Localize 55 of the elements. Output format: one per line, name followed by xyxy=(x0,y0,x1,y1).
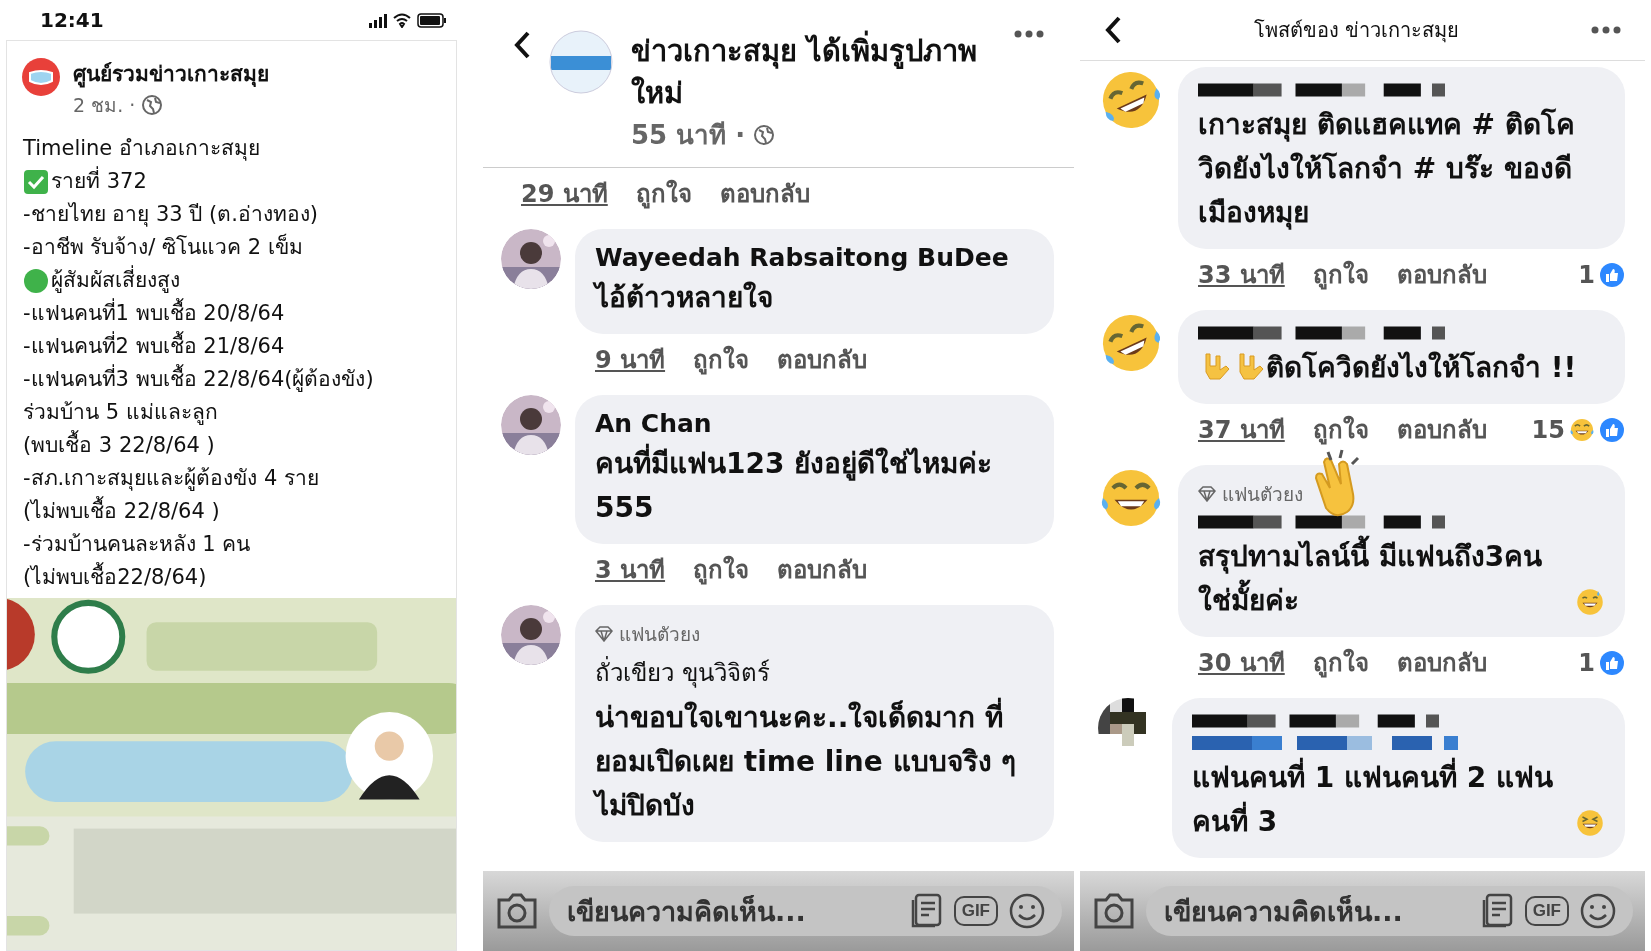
comment-input[interactable]: เขียนความคิดเห็น... GIF xyxy=(1146,886,1633,936)
post-line: -แฟนคนที่3 พบเชื้อ 22/8/64(ผู้ต้องขัง) xyxy=(23,363,374,396)
reply-link[interactable]: ตอบกลับ xyxy=(1396,410,1487,449)
comment-time[interactable]: 3 นาที xyxy=(595,550,666,589)
post-time: 55 นาที · xyxy=(631,119,746,152)
commenter-name[interactable]: ถั่วเขียว ขุนวิจิตร์ xyxy=(595,653,1034,692)
gif-button[interactable]: GIF xyxy=(1524,896,1569,926)
post-line: รายที่ 372 xyxy=(51,165,147,198)
reaction-count: 15 xyxy=(1531,415,1565,444)
like-link[interactable]: ถูกใจ xyxy=(693,550,750,589)
commenter-name[interactable]: Wayeedah Rabsaitong BuDee xyxy=(595,243,1034,272)
post-line: -ร่วมบ้านคนละหลัง 1 คน xyxy=(23,531,251,558)
comment-text: แฟนคนที่ 1 แฟนคนที่ 2 แฟนคนที่ 3 xyxy=(1192,756,1575,844)
comment-time[interactable]: 29 นาที xyxy=(521,174,608,213)
post-line: (ไม่พบเชื้อ22/8/64) xyxy=(23,561,207,594)
commenter-name[interactable]: An Chan xyxy=(595,409,1034,438)
post-line: (ไม่พบเชื้อ 22/8/64 ) xyxy=(23,495,220,528)
post-title: ข่าวเกาะสมุย ได้เพิ่มรูปภาพใหม่ xyxy=(631,30,996,114)
reply-link[interactable]: ตอบกลับ xyxy=(719,174,810,213)
comment-text: สรุปทามไลน์นี้ มีแฟนถึง3คนใช่มั้ยค่ะ xyxy=(1198,535,1575,623)
comment-text: คนที่มีแฟน123 ยังอยู่ดีใช่ไหมค่ะ 555 xyxy=(595,442,1034,530)
fan-label: แฟนตัวยง xyxy=(619,622,700,647)
like-link[interactable]: ถูกใจ xyxy=(1312,255,1369,294)
reply-link[interactable]: ตอบกลับ xyxy=(777,550,868,589)
reply-link[interactable]: ตอบกลับ xyxy=(1396,255,1487,294)
like-link[interactable]: ถูกใจ xyxy=(1312,643,1369,682)
comment-text: เกาะสมุย ติดแฮคแทค # ติดโควิดยังไงให้โลกจำ # บร๊ะ ของดีเมืองหมุย xyxy=(1198,107,1576,232)
page-title: โพสต์ของ ข่าวเกาะสมุย xyxy=(1253,17,1460,45)
post-line: ผู้สัมผัสเสี่ยงสูง xyxy=(51,264,180,297)
post-line: Timeline อำเภอเกาะสมุย xyxy=(23,135,260,163)
reaction-count: 1 xyxy=(1578,260,1595,289)
post-author[interactable]: ศูนย์รวมข่าวเกาะสมุย xyxy=(73,57,269,90)
post-line: ร่วมบ้าน 5 แม่และลูก xyxy=(23,399,218,427)
like-link[interactable]: ถูกใจ xyxy=(635,174,692,213)
like-link[interactable]: ถูกใจ xyxy=(1312,410,1369,449)
comment-time[interactable]: 9 นาที xyxy=(595,340,666,379)
comment-time[interactable]: 37 นาที xyxy=(1198,410,1285,449)
reaction-count: 1 xyxy=(1578,648,1595,677)
reply-link[interactable]: ตอบกลับ xyxy=(777,340,868,379)
post-line: -ชายไทย อายุ 33 ปี (ต.อ่างทอง) xyxy=(23,201,319,229)
gif-button[interactable]: GIF xyxy=(953,896,998,926)
post-line: -อาชีพ รับจ้าง/ ซิโนแวค 2 เข็ม xyxy=(23,232,303,261)
post-time: 2 ชม. · xyxy=(73,93,136,118)
fan-label: แฟนตัวยง xyxy=(1222,482,1303,507)
comment-input[interactable]: เขียนความคิดเห็น... GIF xyxy=(549,886,1062,936)
comment-text: ติดโควิดยังไงให้โลกจำ !! xyxy=(1266,350,1577,386)
reply-link[interactable]: ตอบกลับ xyxy=(1396,643,1487,682)
post-line: -แฟนคนที่1 พบเชื้อ 20/8/64 xyxy=(23,297,285,330)
status-time: 12:41 xyxy=(40,8,104,32)
post-line: (พบเชื้อ 3 22/8/64 ) xyxy=(23,429,215,462)
like-link[interactable]: ถูกใจ xyxy=(693,340,750,379)
comment-time[interactable]: 30 นาที xyxy=(1198,643,1285,682)
comment-time[interactable]: 33 นาที xyxy=(1198,255,1285,294)
post-line: -สภ.เกาะสมุยและผู้ต้องขัง 4 ราย xyxy=(23,465,319,493)
post-line: -แฟนคนที่2 พบเชื้อ 21/8/64 xyxy=(23,330,285,363)
